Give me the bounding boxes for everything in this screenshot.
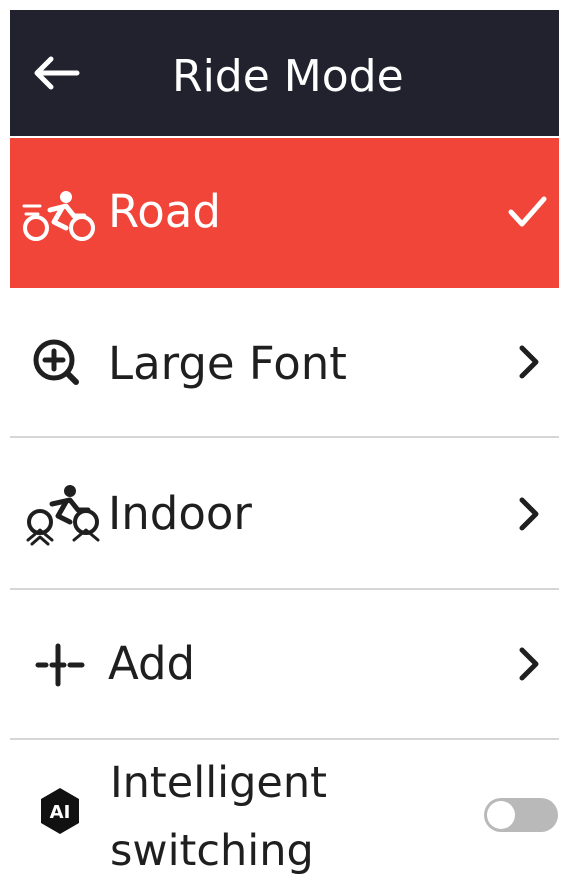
intelligent-switching-label-line1: Intelligent [110, 758, 327, 808]
mode-label-indoor: Indoor [108, 487, 252, 540]
mode-label-large-font: Large Font [108, 337, 347, 390]
checkmark-icon [505, 192, 549, 232]
road-bike-icon [22, 190, 98, 242]
mode-label-road: Road [108, 185, 221, 238]
back-button[interactable] [24, 48, 86, 98]
mode-row-road[interactable]: Road [10, 138, 559, 288]
intelligent-switching-toggle[interactable] [484, 798, 558, 832]
chevron-right-icon [513, 494, 545, 534]
mode-row-add[interactable]: Add [10, 592, 559, 738]
chevron-right-icon [513, 644, 545, 684]
mode-row-indoor[interactable]: Indoor [10, 440, 559, 588]
arrow-left-icon [34, 56, 80, 90]
ai-badge-icon: AI [38, 786, 82, 836]
ai-badge-text: AI [50, 802, 71, 823]
toggle-knob [487, 801, 515, 829]
app-header: Ride Mode [10, 10, 559, 136]
plus-icon [34, 642, 94, 688]
intelligent-switching-label-line2: switching [110, 826, 314, 876]
divider [10, 436, 559, 438]
zoom-in-icon [28, 336, 92, 392]
indoor-bike-icon [22, 484, 100, 546]
page-title: Ride Mode [172, 51, 404, 102]
chevron-right-icon [513, 342, 545, 382]
divider [10, 588, 559, 590]
mode-label-add: Add [108, 637, 196, 690]
mode-row-large-font[interactable]: Large Font [10, 290, 559, 436]
divider [10, 738, 559, 740]
